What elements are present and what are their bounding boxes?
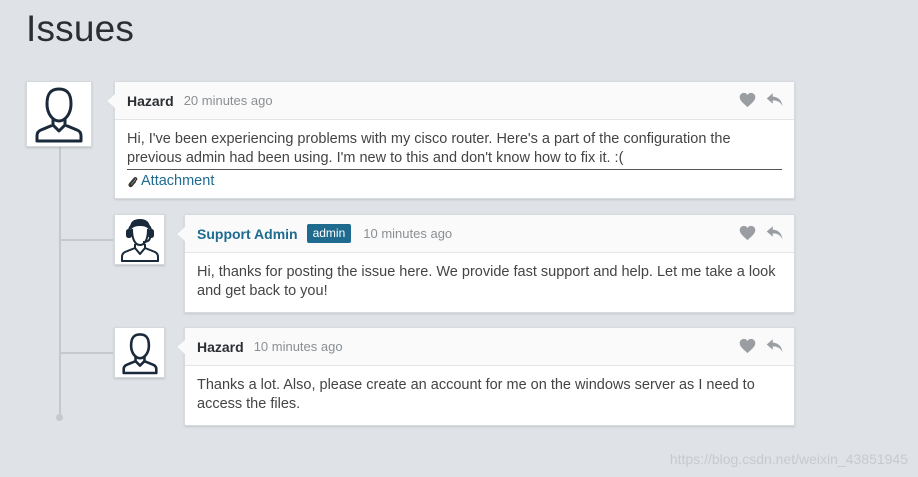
heart-icon[interactable]: [739, 225, 756, 241]
page-title: Issues: [26, 8, 135, 49]
reply-icon[interactable]: [766, 92, 784, 108]
divider: [127, 169, 782, 170]
comment-header: Hazard 10 minutes ago: [185, 328, 794, 366]
comment-text: Thanks a lot. Also, please create an acc…: [197, 377, 755, 412]
comment-body: Thanks a lot. Also, please create an acc…: [185, 366, 794, 424]
comment-text: Hi, I've been experiencing problems with…: [127, 131, 731, 166]
comment-card: Support Admin admin 10 minutes ago Hi, t…: [176, 214, 795, 313]
comment-author[interactable]: Hazard: [197, 339, 244, 355]
thread-branch: [61, 239, 113, 241]
comment-text: Hi, thanks for posting the issue here. W…: [197, 264, 776, 299]
paperclip-icon: [128, 176, 138, 187]
user-icon: [121, 332, 158, 374]
watermark: https://blog.csdn.net/weixin_43851945: [669, 451, 908, 467]
attachment-label[interactable]: Attachment: [141, 172, 214, 191]
comment-body: Hi, I've been experiencing problems with…: [115, 120, 794, 204]
comment-card: Hazard 10 minutes ago Thanks a lot. Also…: [176, 327, 795, 426]
reply-icon[interactable]: [766, 338, 784, 354]
heart-icon[interactable]: [739, 92, 756, 108]
comment-card: Hazard 20 minutes ago Hi, I've been expe…: [106, 81, 795, 199]
thread-end-dot: [56, 414, 63, 421]
comment-time: 10 minutes ago: [363, 226, 453, 241]
support-agent-icon: [120, 218, 159, 262]
comment-time: 20 minutes ago: [183, 93, 273, 108]
comment-header: Support Admin admin 10 minutes ago: [185, 215, 794, 253]
thread-line: [59, 145, 61, 417]
avatar[interactable]: [114, 214, 165, 265]
user-icon: [35, 87, 83, 143]
admin-badge: admin: [306, 224, 352, 243]
avatar[interactable]: [114, 327, 165, 378]
comment-time: 10 minutes ago: [253, 339, 343, 354]
avatar[interactable]: [26, 81, 92, 147]
reply-icon[interactable]: [766, 225, 784, 241]
comment-actions: [739, 225, 784, 241]
comment-actions: [739, 92, 784, 108]
comment-author[interactable]: Hazard: [127, 93, 174, 109]
comment-header: Hazard 20 minutes ago: [115, 82, 794, 120]
comment-author[interactable]: Support Admin: [197, 226, 298, 242]
attachment-link[interactable]: Attachment: [127, 172, 214, 191]
thread-branch: [61, 352, 113, 354]
heart-icon[interactable]: [739, 338, 756, 354]
comment-actions: [739, 338, 784, 354]
comment-body: Hi, thanks for posting the issue here. W…: [185, 253, 794, 311]
